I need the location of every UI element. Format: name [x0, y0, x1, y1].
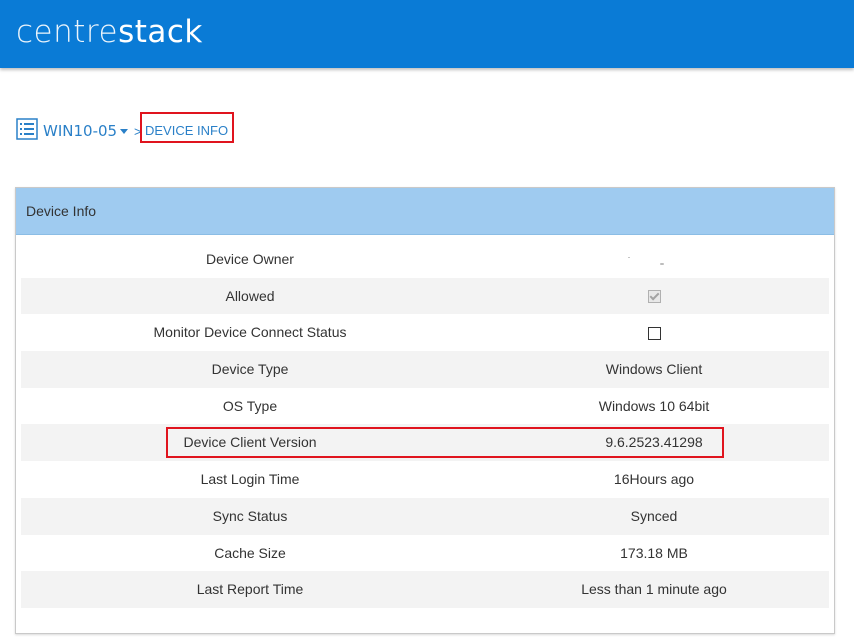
allowed-checkbox: [647, 290, 661, 304]
row-label: Sync Status: [212, 507, 288, 524]
row-value: Windows 10 64bit: [598, 397, 710, 414]
device-owner-redacted: [624, 254, 684, 266]
row-label: Last Report Time: [196, 581, 304, 598]
row-value: [479, 278, 829, 315]
row-value: Less than 1 minute ago: [581, 581, 727, 598]
row-label: Device Client Version: [183, 434, 317, 451]
row-label: Last Login Time: [200, 471, 300, 488]
logo-text-centre: centre: [16, 14, 119, 50]
row-value: 16Hours ago: [613, 471, 695, 488]
table-row: Allowed: [21, 277, 829, 315]
device-info-table: Device Owner Allowed Monitor Device Conn…: [21, 241, 829, 608]
row-label: Monitor Device Connect Status: [153, 324, 347, 341]
row-label: Device Owner: [206, 251, 294, 267]
breadcrumb: WIN10-05 > DEVICE INFO: [16, 112, 276, 144]
panel-header: Device Info: [16, 188, 834, 235]
row-value: [479, 314, 829, 351]
table-row: Last Login Time 16Hours ago: [21, 461, 829, 498]
breadcrumb-device-info[interactable]: DEVICE INFO: [145, 123, 228, 138]
row-label: Allowed: [225, 287, 275, 304]
table-row: Device Type Windows Client: [21, 351, 829, 388]
monitor-connect-status-checkbox[interactable]: [647, 327, 661, 341]
table-row: Device Owner: [21, 241, 829, 278]
table-row: Device Client Version 9.6.2523.41298: [21, 424, 829, 462]
row-value: Windows Client: [605, 361, 703, 378]
centrestack-logo[interactable]: centrestack: [16, 14, 203, 50]
row-label: Cache Size: [214, 544, 286, 561]
table-row: Last Report Time Less than 1 minute ago: [21, 571, 829, 608]
list-icon[interactable]: [16, 118, 38, 140]
panel-title: Device Info: [26, 203, 97, 219]
row-value: 173.18 MB: [620, 544, 688, 561]
device-dropdown[interactable]: WIN10-05: [43, 122, 129, 140]
table-row: Sync Status Synced: [21, 497, 829, 535]
row-label: OS Type: [222, 397, 278, 414]
row-value: Synced: [630, 507, 678, 524]
device-info-panel: Device Info Device Owner Allowed Monitor…: [15, 187, 835, 634]
top-bar: centrestack: [0, 0, 854, 68]
table-row: Monitor Device Connect Status: [21, 314, 829, 351]
device-name: WIN10-05: [43, 122, 118, 140]
table-row: OS Type Windows 10 64bit: [21, 388, 829, 425]
logo-text-stack: stack: [118, 14, 203, 50]
row-value: 9.6.2523.41298: [605, 434, 703, 451]
caret-down-icon: [120, 129, 129, 134]
table-row: Cache Size 173.18 MB: [21, 535, 829, 572]
row-label: Device Type: [211, 361, 289, 378]
row-value: [479, 241, 829, 278]
